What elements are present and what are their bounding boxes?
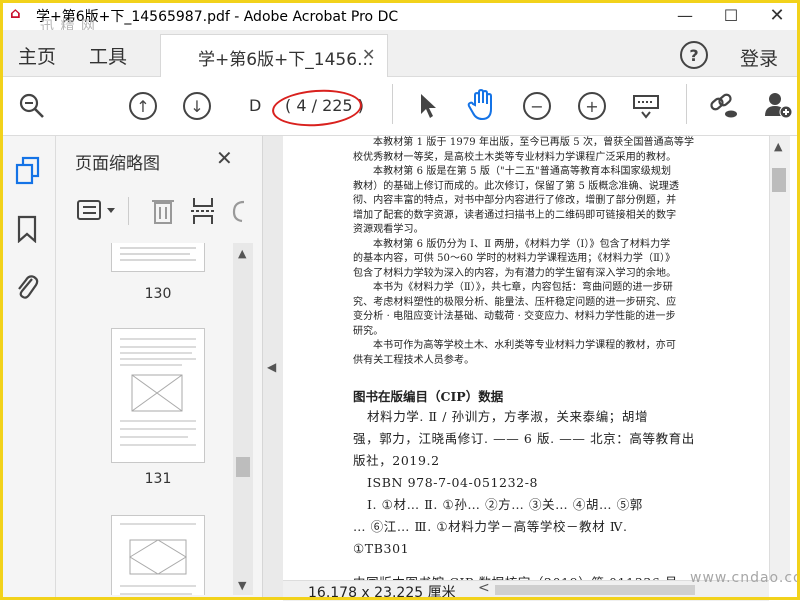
cip-line: ISBN 978-7-04-051232-8 bbox=[367, 475, 539, 490]
thumbnail-options-icon[interactable] bbox=[76, 198, 118, 228]
tab-tools[interactable]: 工具 bbox=[89, 42, 127, 69]
document-scrollbar[interactable] bbox=[769, 136, 790, 580]
share-link-icon[interactable] bbox=[708, 92, 738, 124]
bookmark-icon[interactable] bbox=[16, 215, 38, 247]
thumbnail-page[interactable] bbox=[111, 515, 205, 595]
zoom-out-icon[interactable]: − bbox=[523, 92, 551, 120]
cip-line: Ⅰ. ①材… Ⅱ. ①孙… ②方… ③关… ④胡… ⑤郭 bbox=[367, 497, 643, 512]
navigation-rail bbox=[0, 136, 56, 600]
thumbnail-page-number: 131 bbox=[144, 471, 172, 487]
page-size-label: 16.178 x 23.225 厘米 bbox=[308, 585, 456, 601]
page-number-input[interactable]: D bbox=[249, 96, 261, 115]
toolbar bbox=[0, 77, 800, 136]
page-thumbnails-icon[interactable] bbox=[14, 156, 42, 190]
maximize-icon[interactable]: ☐ bbox=[708, 0, 754, 30]
thumbnail-list: 130 131 bbox=[56, 243, 256, 595]
minimize-icon[interactable]: — bbox=[662, 0, 708, 30]
select-cursor-icon[interactable] bbox=[418, 92, 440, 124]
document-line: 教材）的基础上修订而成的。此次修订，保留了第 5 版概念准确、说理透 bbox=[353, 180, 680, 192]
thumbnail-scrollbar[interactable] bbox=[233, 243, 253, 595]
thumbnail-page[interactable] bbox=[111, 243, 205, 272]
help-icon[interactable]: ? bbox=[680, 41, 708, 69]
panel-close-icon[interactable]: ✕ bbox=[216, 146, 233, 170]
document-line: 本教材第 6 版是在第 5 版（"十二五"普通高等教育本科国家级规划 bbox=[373, 166, 672, 177]
tab-home[interactable]: 主页 bbox=[18, 42, 56, 69]
cip-block: 材料力学. Ⅱ / 孙训方，方孝淑，关来泰编；胡增强，郭力，江晓禹修订. —— … bbox=[353, 406, 707, 594]
keyboard-icon[interactable] bbox=[632, 92, 660, 124]
document-line: 本书可作为高等学校土木、水利类等专业材料力学课程的教材，亦可 bbox=[373, 340, 676, 351]
document-body: 本教材第 1 版于 1979 年出版，至今已再版 5 次，曾获全国普通高等学校优… bbox=[353, 136, 707, 368]
extract-pages-icon[interactable] bbox=[190, 196, 216, 230]
page-up-icon[interactable]: ↑ bbox=[129, 92, 157, 120]
document-line: 校优秀教材一等奖，是高校土木类等专业材料力学课程广泛采用的教材。 bbox=[353, 151, 677, 163]
cip-line: 强，郭力，江晓禹修订. —— 6 版. —— 北京：高等教育出 bbox=[353, 431, 695, 446]
thumbnail-scroll-thumb[interactable] bbox=[236, 457, 250, 477]
rotate-icon[interactable] bbox=[230, 198, 248, 228]
panel-divider bbox=[128, 197, 129, 225]
document-page: 本教材第 1 版于 1979 年出版，至今已再版 5 次，曾获全国普通高等学校优… bbox=[353, 136, 707, 594]
horizontal-scroll-thumb[interactable] bbox=[495, 585, 695, 595]
watermark-bottom: www.cndao.com bbox=[690, 570, 800, 586]
scroll-down-icon[interactable]: ▼ bbox=[238, 579, 246, 592]
collapse-panel-icon[interactable]: ◀ bbox=[267, 360, 276, 374]
thumbnail-page-number: 130 bbox=[144, 286, 172, 302]
cip-line: … ⑥江… Ⅲ. ①材料力学－高等学校－教材 Ⅳ. bbox=[353, 519, 628, 534]
hand-tool-icon[interactable] bbox=[467, 88, 497, 125]
document-line: 本书为《材料力学（Ⅱ）》，共七章，内容包括：弯曲问题的进一步研 bbox=[373, 282, 673, 293]
document-line: 供有关工程技术人员参考。 bbox=[353, 354, 475, 366]
document-line: 研究。 bbox=[353, 325, 384, 337]
document-line: 变分析 · 电阻应变计法基础、动载荷 · 交变应力、材料力学性能的进一步 bbox=[353, 311, 676, 322]
pdf-logo-icon: ⌂ bbox=[10, 4, 21, 22]
document-scroll-thumb[interactable] bbox=[772, 168, 786, 192]
document-line: 本教材第 6 版仍分为 Ⅰ、Ⅱ 两册，《材料力学（Ⅰ）》包含了材料力学 bbox=[373, 238, 671, 250]
cip-line: ①TB301 bbox=[353, 541, 410, 556]
sign-in-button[interactable]: 登录 bbox=[740, 44, 778, 71]
cip-line: 版社，2019.2 bbox=[353, 453, 440, 468]
document-tab-label[interactable]: 学+第6版+下_1456... bbox=[198, 45, 373, 70]
zoom-in-icon[interactable]: + bbox=[578, 92, 606, 120]
delete-icon[interactable] bbox=[150, 196, 176, 230]
cip-line: 材料力学. Ⅱ / 孙训方，方孝淑，关来泰编；胡增 bbox=[367, 409, 649, 424]
zoom-search-icon[interactable] bbox=[18, 92, 46, 124]
document-line: 究、考虑材料塑性的极限分析、能量法、压杆稳定问题的进一步研究、应 bbox=[353, 296, 677, 308]
thumbnail-page[interactable] bbox=[111, 328, 205, 463]
document-line: 增加了配套的数字资源，读者通过扫描书上的二维码即可链接相关的数字 bbox=[353, 209, 677, 221]
document-tab-close-icon[interactable]: ✕ bbox=[362, 45, 375, 64]
add-user-icon[interactable] bbox=[763, 90, 793, 124]
cip-heading: 图书在版编目（CIP）数据 bbox=[353, 389, 504, 404]
document-line: 资源观看学习。 bbox=[353, 224, 424, 235]
document-line: 的基本内容，可供 50～60 学时的材料力学课程选用；《材料力学（Ⅱ）》 bbox=[353, 253, 676, 264]
document-line: 本教材第 1 版于 1979 年出版，至今已再版 5 次，曾获全国普通高等学 bbox=[373, 137, 695, 148]
toolbar-divider bbox=[392, 84, 393, 124]
panel-title: 页面缩略图 bbox=[75, 154, 160, 174]
attachment-icon[interactable] bbox=[14, 271, 40, 305]
scroll-up-icon[interactable]: ▲ bbox=[238, 247, 246, 260]
scroll-up-icon[interactable]: ▲ bbox=[774, 140, 782, 153]
page-down-icon[interactable]: ↓ bbox=[183, 92, 211, 120]
scroll-left-icon[interactable]: < bbox=[478, 580, 490, 596]
document-line: 包含了材料力学较为深入的内容，为有潜力的学生留有深入学习的余地。 bbox=[353, 267, 677, 279]
toolbar-divider bbox=[686, 84, 687, 124]
close-icon[interactable]: ✕ bbox=[754, 0, 800, 30]
document-line: 彻、内容丰富的特点，对书中部分内容进行了修改，增删了部分例题，并 bbox=[353, 195, 677, 206]
